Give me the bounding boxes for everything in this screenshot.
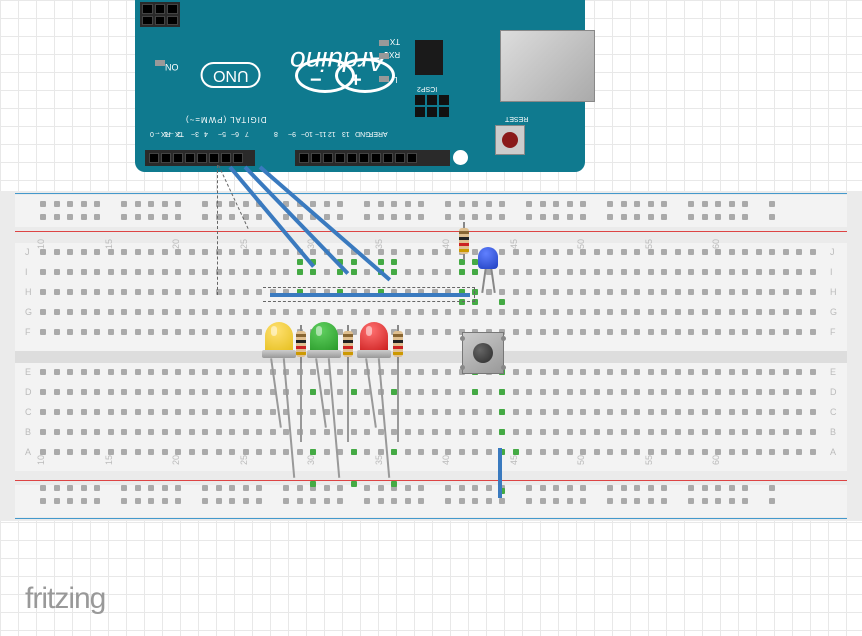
digital-pins-0-7[interactable] [145,150,255,166]
isp-header [140,2,180,27]
on-label: ON [165,62,179,72]
tx-led [379,53,389,59]
reset-button[interactable] [495,125,525,155]
rx-led [379,40,389,46]
mount-hole [453,150,468,165]
txrx-labels: RXTX [389,35,400,61]
led-yellow[interactable] [265,322,293,358]
power-rail-top [15,195,847,227]
wire-button-to-rail[interactable] [498,448,502,498]
usb-port [500,30,595,102]
fritzing-watermark: fritzing [25,582,105,616]
r3-lead-bot [397,362,399,442]
resistor-led3[interactable] [393,325,403,363]
icsp-header [415,95,449,117]
reset-label: RESET [505,115,528,122]
l-led [379,76,389,82]
r2-lead-bot [347,362,349,442]
arduino-board[interactable]: ON UNO Arduino + − DIGITAL (PWM=~) RXTX … [135,0,585,172]
breadboard-center-gap [15,351,847,363]
wire-pin3-dashed-vert[interactable] [217,165,272,295]
breadboard[interactable]: 1010151520202525303035354040454550505555… [0,191,862,521]
led-green[interactable] [310,322,338,358]
logo-minus: − [310,67,322,90]
led-red[interactable] [360,322,388,358]
resistor-led2[interactable] [343,325,353,363]
logo-plus: + [350,67,362,90]
model-label: UNO [201,62,261,88]
on-led [155,60,165,66]
digital-section-label: DIGITAL (PWM=~) [185,115,267,124]
l-label: L [393,75,397,84]
pushbutton[interactable] [462,332,504,374]
digital-pins-8-aref[interactable] [295,150,450,166]
capacitor-blue[interactable] [478,247,498,269]
wire-horizontal-dashed[interactable] [263,287,475,302]
resistor-pulldown[interactable] [459,222,469,260]
resistor-led1[interactable] [296,325,306,363]
r1-lead-bot [300,362,302,442]
capacitor-ic [415,40,443,75]
icsp-label: ICSP2 [417,85,437,92]
